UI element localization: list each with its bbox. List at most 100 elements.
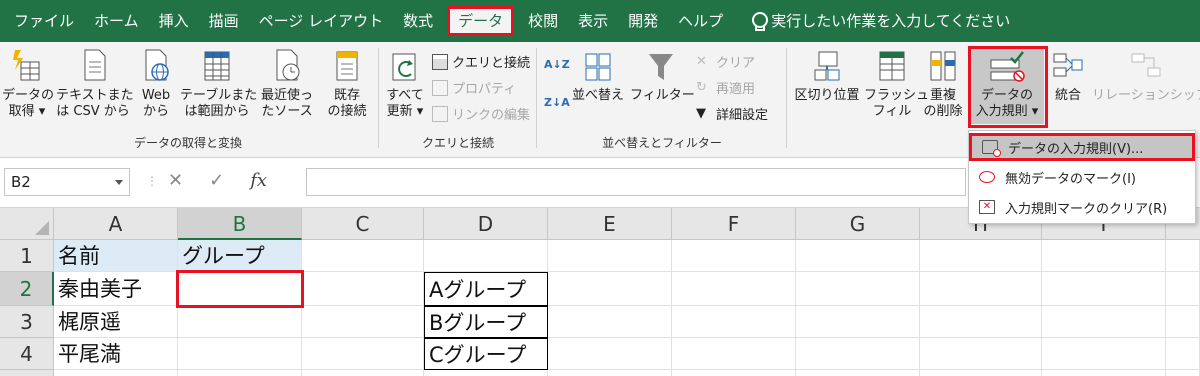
menu-item-data-validation[interactable]: データの入力規則(V)... [969,133,1195,161]
column-header-g[interactable]: G [796,208,920,240]
cell-g1[interactable] [796,240,920,272]
cell-h2[interactable] [920,272,1042,306]
clear-filter-button[interactable]: ✕ クリア [696,52,755,72]
consolidate-button[interactable]: 統合 [1046,48,1090,104]
tab-developer[interactable]: 開発 [618,6,668,36]
cell-c4[interactable] [302,338,424,370]
name-box[interactable]: B2 [4,168,130,196]
cell-h4[interactable] [920,338,1042,370]
tab-file[interactable]: ファイル [4,6,84,36]
tab-data[interactable]: データ [447,6,515,36]
tab-formulas[interactable]: 数式 [393,6,443,36]
tab-page-layout[interactable]: ページ レイアウト [249,6,393,36]
row-header-1[interactable]: 1 [0,240,54,272]
row-header-2[interactable]: 2 [0,272,54,306]
tab-draw[interactable]: 描画 [199,6,249,36]
cell-f5[interactable] [672,370,796,376]
recent-sources-button[interactable]: 最近使っ たソース [256,48,318,120]
cell-b4[interactable] [178,338,302,370]
cell-a3[interactable]: 梶原遥 [54,306,178,338]
get-data-button[interactable]: データの 取得 ▾ [2,48,54,120]
cell-d2[interactable]: Aグループ [424,272,548,306]
row-header-5[interactable] [0,370,54,376]
cell-i4[interactable] [1042,338,1166,370]
reapply-button[interactable]: ↻ 再適用 [696,78,755,98]
column-header-e[interactable]: E [548,208,672,240]
tab-home[interactable]: ホーム [84,6,149,36]
cell-e1[interactable] [548,240,672,272]
chevron-down-icon[interactable] [115,180,123,185]
cell-d3[interactable]: Bグループ [424,306,548,338]
sort-descending-button[interactable]: Z↓A [544,96,570,109]
from-table-range-button[interactable]: テーブルまた は範囲から [180,48,257,120]
cell-d5[interactable] [424,370,548,376]
cell-e5[interactable] [548,370,672,376]
column-header-b[interactable]: B [178,208,302,240]
cell-i1[interactable] [1042,240,1166,272]
cell-g4[interactable] [796,338,920,370]
cell-c3[interactable] [302,306,424,338]
cell-h5[interactable] [920,370,1042,376]
cell-j1[interactable] [1166,240,1200,272]
cell-i5[interactable] [1042,370,1166,376]
cell-i3[interactable] [1042,306,1166,338]
cell-f1[interactable] [672,240,796,272]
properties-button[interactable]: プロパティ [432,78,516,97]
cell-j5[interactable] [1166,370,1200,376]
filter-button[interactable]: フィルター [630,48,695,104]
cell-h3[interactable] [920,306,1042,338]
flash-fill-button[interactable]: フラッシュ フィル [864,48,929,120]
cell-a4[interactable]: 平尾満 [54,338,178,370]
cell-g5[interactable] [796,370,920,376]
column-header-d[interactable]: D [424,208,548,240]
tab-review[interactable]: 校閲 [518,6,568,36]
select-all-corner[interactable] [0,208,54,240]
cell-b1[interactable]: グループ [178,240,302,272]
cell-a5[interactable] [54,370,178,376]
cell-e3[interactable] [548,306,672,338]
sort-button[interactable]: 並べ替え [570,48,626,104]
tab-view[interactable]: 表示 [568,6,618,36]
cell-c5[interactable] [302,370,424,376]
cancel-icon[interactable]: ✕ [168,170,183,191]
cell-f4[interactable] [672,338,796,370]
tab-help[interactable]: ヘルプ [668,6,733,36]
column-header-c[interactable]: C [302,208,424,240]
cell-h1[interactable] [920,240,1042,272]
enter-icon[interactable]: ✓ [209,170,224,191]
cell-a1[interactable]: 名前 [54,240,178,272]
column-header-f[interactable]: F [672,208,796,240]
cell-g2[interactable] [796,272,920,306]
sort-ascending-button[interactable]: A↓Z [544,58,570,71]
cell-e4[interactable] [548,338,672,370]
remove-duplicates-button[interactable]: 重複 の削除 [920,48,966,120]
cell-j2[interactable] [1166,272,1200,306]
row-header-3[interactable]: 3 [0,306,54,338]
relationships-button[interactable]: リレーションシップ [1092,48,1200,104]
cell-b5[interactable] [178,370,302,376]
cell-f2[interactable] [672,272,796,306]
cell-e2[interactable] [548,272,672,306]
cell-i2[interactable] [1042,272,1166,306]
existing-connections-button[interactable]: 既存 の接続 [322,48,372,120]
queries-connections-button[interactable]: クエリと接続 [432,52,530,71]
cell-f3[interactable] [672,306,796,338]
cell-a2[interactable]: 秦由美子 [54,272,178,306]
menu-item-circle-invalid[interactable]: 無効データのマーク(I) [969,163,1195,191]
tab-insert[interactable]: 挿入 [149,6,199,36]
formula-input[interactable] [306,168,966,196]
edit-links-button[interactable]: リンクの編集 [432,104,530,123]
cell-d4[interactable]: Cグループ [424,338,548,370]
from-web-button[interactable]: Web から [136,48,176,120]
cell-b3[interactable] [178,306,302,338]
cell-j3[interactable] [1166,306,1200,338]
cell-c1[interactable] [302,240,424,272]
insert-function-icon[interactable]: fx [250,170,267,191]
from-text-csv-button[interactable]: テキストまた は CSV から [56,48,134,120]
text-to-columns-button[interactable]: 区切り位置 [790,48,864,104]
row-header-4[interactable]: 4 [0,338,54,370]
cell-c2[interactable] [302,272,424,306]
cell-j4[interactable] [1166,338,1200,370]
refresh-all-button[interactable]: すべて 更新 ▾ [382,48,428,120]
column-header-a[interactable]: A [54,208,178,240]
